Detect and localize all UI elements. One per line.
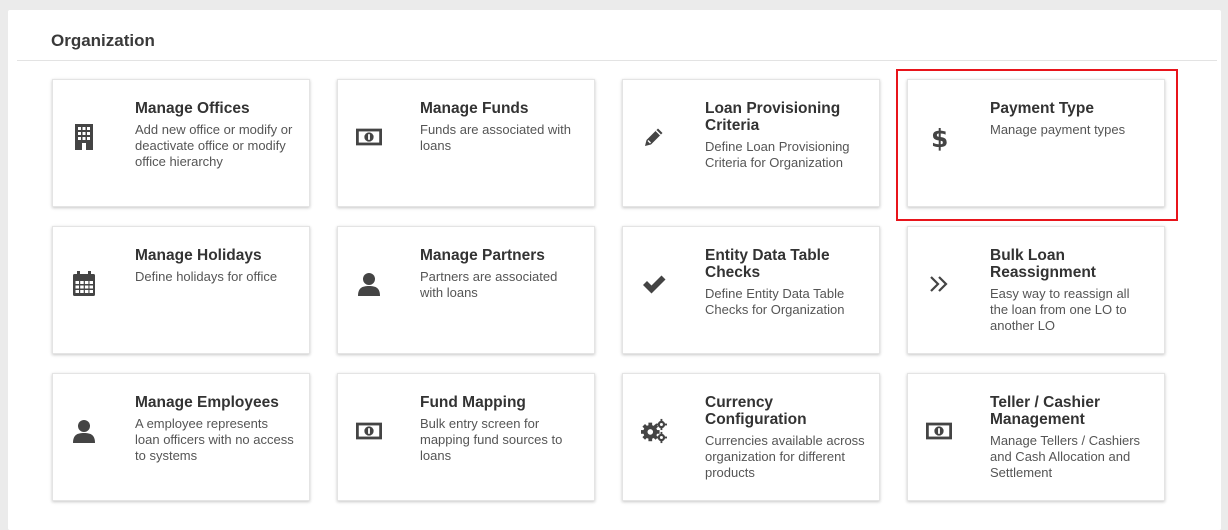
card-title: Fund Mapping [420, 394, 526, 411]
card-fund-mapping[interactable]: Fund Mapping Bulk entry screen for mappi… [337, 373, 595, 501]
card-manage-employees[interactable]: Manage Employees A employee represents l… [52, 373, 310, 501]
card-description: Bulk entry screen for mapping fund sourc… [420, 416, 563, 463]
double-chevron-right-icon [926, 271, 952, 297]
user-icon [356, 271, 382, 297]
card-description: A employee represents loan officers with… [135, 416, 294, 463]
card-title: Manage Employees [135, 394, 279, 411]
card-title: Bulk Loan Reassignment [990, 247, 1096, 281]
svg-text:$: $ [931, 124, 948, 151]
card-description: Currencies available across organization… [705, 433, 865, 480]
card-title: Teller / Cashier Management [990, 394, 1100, 428]
card-manage-partners[interactable]: Manage Partners Partners are associated … [337, 226, 595, 354]
title-divider [17, 60, 1217, 61]
card-description: Funds are associated with loans [420, 122, 572, 153]
dollar-icon: $ [926, 124, 952, 151]
card-manage-funds[interactable]: Manage Funds Funds are associated with l… [337, 79, 595, 207]
money-icon [926, 418, 952, 444]
card-title: Currency Configuration [705, 394, 807, 428]
section-title: Organization [51, 31, 155, 50]
card-description: Easy way to reassign all the loan from o… [990, 286, 1130, 333]
card-bulk-loan-reassignment[interactable]: Bulk Loan Reassignment Easy way to reass… [907, 226, 1165, 354]
card-description: Define Loan Provisioning Criteria for Or… [705, 139, 850, 170]
card-title: Manage Holidays [135, 247, 262, 264]
card-teller-cashier-management[interactable]: Teller / Cashier Management Manage Telle… [907, 373, 1165, 501]
money-icon [356, 418, 382, 444]
card-manage-offices[interactable]: Manage Offices Add new office or modify … [52, 79, 310, 207]
card-title: Manage Offices [135, 100, 250, 117]
card-title: Manage Partners [420, 247, 545, 264]
building-icon [71, 124, 97, 150]
card-description: Add new office or modify or deactivate o… [135, 122, 293, 169]
card-title: Manage Funds [420, 100, 529, 117]
user-icon [71, 418, 97, 444]
check-icon [641, 271, 667, 297]
card-title: Entity Data Table Checks [705, 247, 830, 281]
card-description: Define holidays for office [135, 269, 278, 284]
card-manage-holidays[interactable]: Manage Holidays Define holidays for offi… [52, 226, 310, 354]
card-title: Payment Type [990, 100, 1094, 117]
pencil-icon [641, 124, 667, 150]
calendar-icon [71, 271, 97, 297]
card-loan-provisioning-criteria[interactable]: Loan Provisioning Criteria Define Loan P… [622, 79, 880, 207]
card-description: Define Entity Data Table Checks for Orga… [705, 286, 845, 317]
card-description: Manage Tellers / Cashiers and Cash Alloc… [990, 433, 1141, 480]
card-currency-configuration[interactable]: Currency Configuration Currencies availa… [622, 373, 880, 501]
card-title: Loan Provisioning Criteria [705, 100, 841, 134]
card-payment-type[interactable]: $ Payment Type Manage payment types [907, 79, 1165, 207]
gears-icon [641, 418, 667, 444]
card-description: Manage payment types [990, 122, 1126, 137]
card-description: Partners are associated with loans [420, 269, 558, 300]
card-entity-data-table-checks[interactable]: Entity Data Table Checks Define Entity D… [622, 226, 880, 354]
money-icon [356, 124, 382, 150]
